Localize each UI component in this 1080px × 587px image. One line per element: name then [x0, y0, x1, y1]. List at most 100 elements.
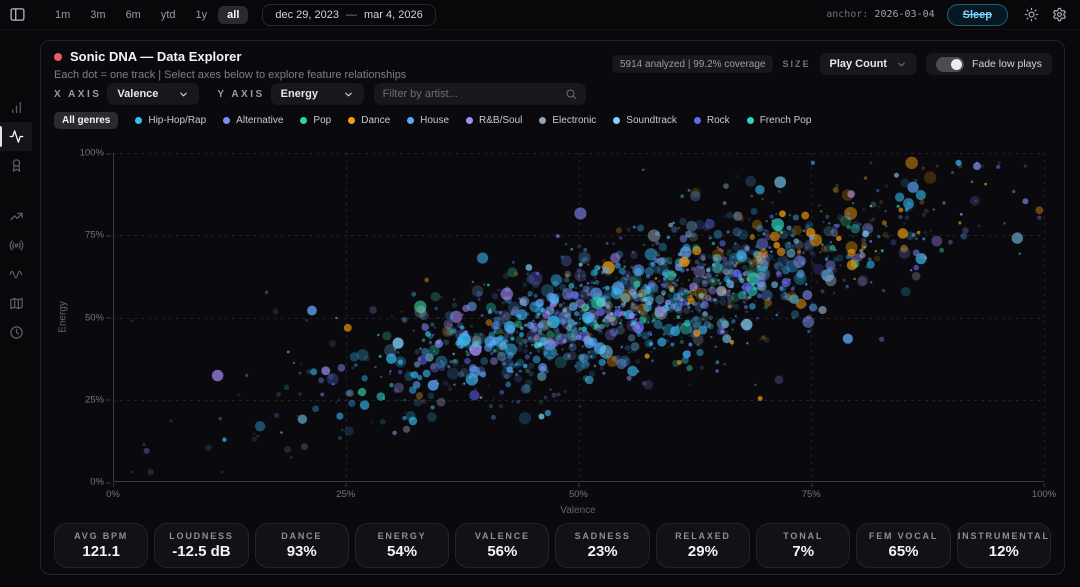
y-tick-label: 50% — [64, 312, 104, 323]
range-button-all[interactable]: all — [218, 6, 248, 24]
stat-card-valence: VALENCE56% — [455, 523, 549, 568]
y-axis-title: Energy — [58, 301, 69, 333]
settings-button[interactable] — [1048, 4, 1070, 26]
anchor-value: 2026-03-04 — [874, 9, 934, 20]
all-genres-chip[interactable]: All genres — [54, 112, 118, 129]
chevron-down-icon — [178, 89, 189, 100]
legend-item-dance[interactable]: Dance — [348, 115, 390, 126]
size-select-value: Play Count — [830, 58, 887, 70]
genre-dot — [466, 117, 473, 124]
chevron-down-icon — [896, 59, 907, 70]
sidebar-item-trends[interactable] — [0, 202, 32, 231]
recording-dot-icon — [54, 53, 62, 61]
fade-low-plays-label: Fade low plays — [972, 58, 1042, 70]
x-tick-label: 50% — [569, 489, 588, 500]
date-range-picker[interactable]: dec 29, 2023 — mar 4, 2026 — [262, 4, 435, 26]
sidebar-divider — [0, 180, 32, 202]
size-select[interactable]: Play Count — [820, 53, 917, 75]
sidebar-item-map[interactable] — [0, 289, 32, 318]
genre-dot — [747, 117, 754, 124]
sidebar-item-bar-chart[interactable] — [0, 93, 32, 122]
sidebar-item-waveform[interactable] — [0, 260, 32, 289]
sun-icon — [1024, 7, 1039, 22]
data-explorer-panel: Sonic DNA — Data Explorer Each dot = one… — [40, 40, 1065, 575]
radio-icon — [9, 238, 24, 253]
x-axis-line — [113, 481, 1044, 482]
date-range-separator: — — [346, 9, 357, 21]
sidebar-item-history[interactable] — [0, 318, 32, 347]
waveform-icon — [9, 267, 24, 282]
date-range-start: dec 29, 2023 — [275, 9, 339, 21]
genre-dot — [300, 117, 307, 124]
fade-low-plays-control: Fade low plays — [926, 53, 1052, 75]
y-tick-label: 75% — [64, 230, 104, 241]
sidebar-item-awards[interactable] — [0, 151, 32, 180]
genre-dot — [348, 117, 355, 124]
award-icon — [9, 158, 24, 173]
sidebar — [0, 30, 32, 587]
time-range-group: 1m 3m 6m ytd 1y all — [46, 6, 248, 24]
legend-item-frenchpop[interactable]: French Pop — [747, 115, 812, 126]
x-tick-label: 100% — [1032, 489, 1056, 500]
x-tick-label: 75% — [802, 489, 821, 500]
sidebar-item-radio[interactable] — [0, 231, 32, 260]
legend-item-soundtrack[interactable]: Soundtrack — [613, 115, 677, 126]
range-button-3m[interactable]: 3m — [81, 6, 114, 24]
stat-card-tonal: TONAL7% — [756, 523, 850, 568]
range-button-ytd[interactable]: ytd — [152, 6, 185, 24]
search-icon — [565, 88, 577, 100]
y-axis-select[interactable]: Energy — [271, 83, 364, 105]
map-icon — [9, 296, 24, 311]
genre-dot — [694, 117, 701, 124]
genre-legend: All genres Hip-Hop/Rap Alternative Pop D… — [54, 112, 811, 129]
y-axis-select-value: Energy — [281, 88, 318, 100]
scatter-plot[interactable]: 100% 75% 50% 25% 0% 0% 25% 50% 75% 100% — [113, 153, 1044, 482]
size-label: SIZE — [782, 59, 810, 69]
legend-item-pop[interactable]: Pop — [300, 115, 331, 126]
legend-item-electronic[interactable]: Electronic — [539, 115, 596, 126]
stat-card-energy: ENERGY54% — [355, 523, 449, 568]
stat-card-fem-vocal: FEM VOCAL65% — [856, 523, 950, 568]
toggle-knob — [951, 59, 962, 70]
genre-dot — [135, 117, 142, 124]
sidebar-toggle-button[interactable] — [6, 4, 28, 26]
legend-item-rnb[interactable]: R&B/Soul — [466, 115, 522, 126]
x-axis-select[interactable]: Valence — [107, 83, 199, 105]
artist-filter — [374, 83, 586, 105]
stat-card-instrumental: INSTRUMENTAL12% — [957, 523, 1051, 568]
genre-dot — [613, 117, 620, 124]
date-range-end: mar 4, 2026 — [364, 9, 423, 21]
x-axis-select-label: X AXIS — [54, 89, 101, 100]
topbar: 1m 3m 6m ytd 1y all dec 29, 2023 — mar 4… — [0, 0, 1080, 30]
stat-card-loudness: LOUDNESS-12.5 dB — [154, 523, 248, 568]
gridline — [1044, 153, 1045, 482]
legend-item-house[interactable]: House — [407, 115, 449, 126]
legend-item-alternative[interactable]: Alternative — [223, 115, 283, 126]
range-button-6m[interactable]: 6m — [117, 6, 150, 24]
y-axis-line — [113, 153, 114, 482]
stat-card-dance: DANCE93% — [255, 523, 349, 568]
genre-dot — [223, 117, 230, 124]
page-title: Sonic DNA — Data Explorer — [70, 49, 241, 64]
bar-chart-icon — [9, 100, 24, 115]
range-button-1m[interactable]: 1m — [46, 6, 79, 24]
sidebar-item-explorer[interactable] — [0, 122, 32, 151]
gear-icon — [1052, 7, 1067, 22]
range-button-1y[interactable]: 1y — [187, 6, 217, 24]
fade-low-plays-toggle[interactable] — [936, 57, 964, 72]
stat-card-avg-bpm: AVG BPM121.1 — [54, 523, 148, 568]
legend-item-rock[interactable]: Rock — [694, 115, 730, 126]
x-tick-label: 25% — [336, 489, 355, 500]
y-tick-label: 25% — [64, 394, 104, 405]
theme-toggle-button[interactable] — [1020, 4, 1042, 26]
coverage-badge: 5914 analyzed | 99.2% coverage — [612, 55, 773, 73]
panel-left-icon — [9, 6, 26, 23]
genre-dot — [407, 117, 414, 124]
y-tick-label: 0% — [64, 477, 104, 488]
artist-filter-input[interactable] — [383, 88, 565, 100]
scatter-canvas — [113, 153, 1044, 482]
genre-dot — [539, 117, 546, 124]
legend-item-hiphop[interactable]: Hip-Hop/Rap — [135, 115, 206, 126]
stat-card-sadness: SADNESS23% — [555, 523, 649, 568]
sleep-button[interactable]: Sleep — [947, 4, 1008, 26]
